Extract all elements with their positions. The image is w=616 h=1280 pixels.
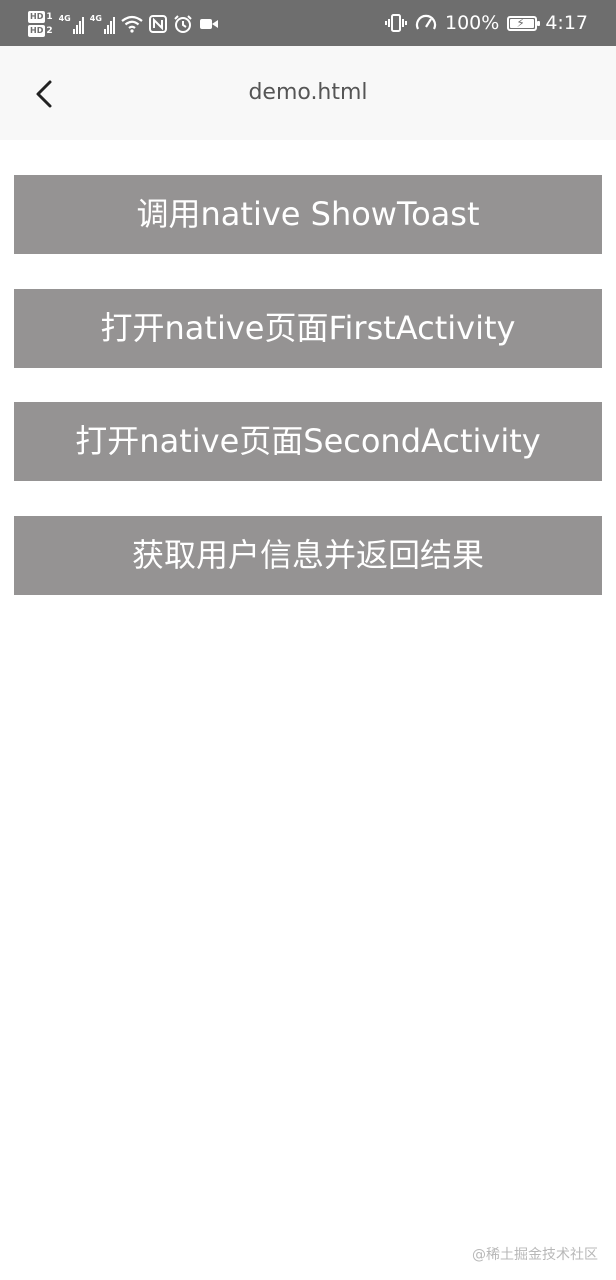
network-type-1: 4G bbox=[58, 14, 71, 23]
hd-indicators: HD 1 HD 2 bbox=[28, 11, 53, 37]
network-type-2: 4G bbox=[89, 14, 102, 23]
status-bar: HD 1 HD 2 4G 4G 100% ⚡ 4:17 bbox=[0, 0, 616, 46]
hd-label-2: HD bbox=[28, 25, 46, 37]
wifi-icon bbox=[121, 15, 143, 33]
nfc-icon bbox=[148, 15, 167, 33]
sim-index-2: 2 bbox=[46, 26, 53, 36]
show-toast-button[interactable]: 调用native ShowToast bbox=[14, 175, 602, 254]
alarm-icon bbox=[174, 15, 192, 33]
open-second-activity-button[interactable]: 打开native页面SecondActivity bbox=[14, 402, 602, 481]
navigation-bar: demo.html bbox=[0, 46, 616, 140]
signal-icon-1: 4G bbox=[59, 14, 84, 34]
watermark-text: @稀土掘金技术社区 bbox=[472, 1247, 598, 1263]
speed-icon bbox=[415, 14, 437, 30]
hd-label-1: HD bbox=[28, 11, 46, 23]
hd-badge-2: HD 2 bbox=[28, 25, 53, 37]
video-icon bbox=[199, 19, 218, 29]
status-left: HD 1 HD 2 4G 4G bbox=[28, 7, 219, 41]
clock-time: 4:17 bbox=[545, 12, 588, 34]
back-arrow-icon bbox=[36, 80, 52, 108]
back-button[interactable] bbox=[22, 72, 66, 116]
get-user-info-button[interactable]: 获取用户信息并返回结果 bbox=[14, 516, 602, 595]
vibrate-icon bbox=[385, 14, 407, 32]
open-first-activity-button[interactable]: 打开native页面FirstActivity bbox=[14, 289, 602, 368]
signal-icon-2: 4G bbox=[90, 14, 115, 34]
status-right: 100% ⚡ 4:17 bbox=[385, 8, 588, 38]
battery-charging-icon: ⚡ bbox=[507, 15, 541, 31]
page-title: demo.html bbox=[248, 80, 368, 105]
hd-badge-1: HD 1 bbox=[28, 11, 53, 23]
sim-index-1: 1 bbox=[46, 12, 53, 22]
battery-percent: 100% bbox=[445, 12, 500, 34]
